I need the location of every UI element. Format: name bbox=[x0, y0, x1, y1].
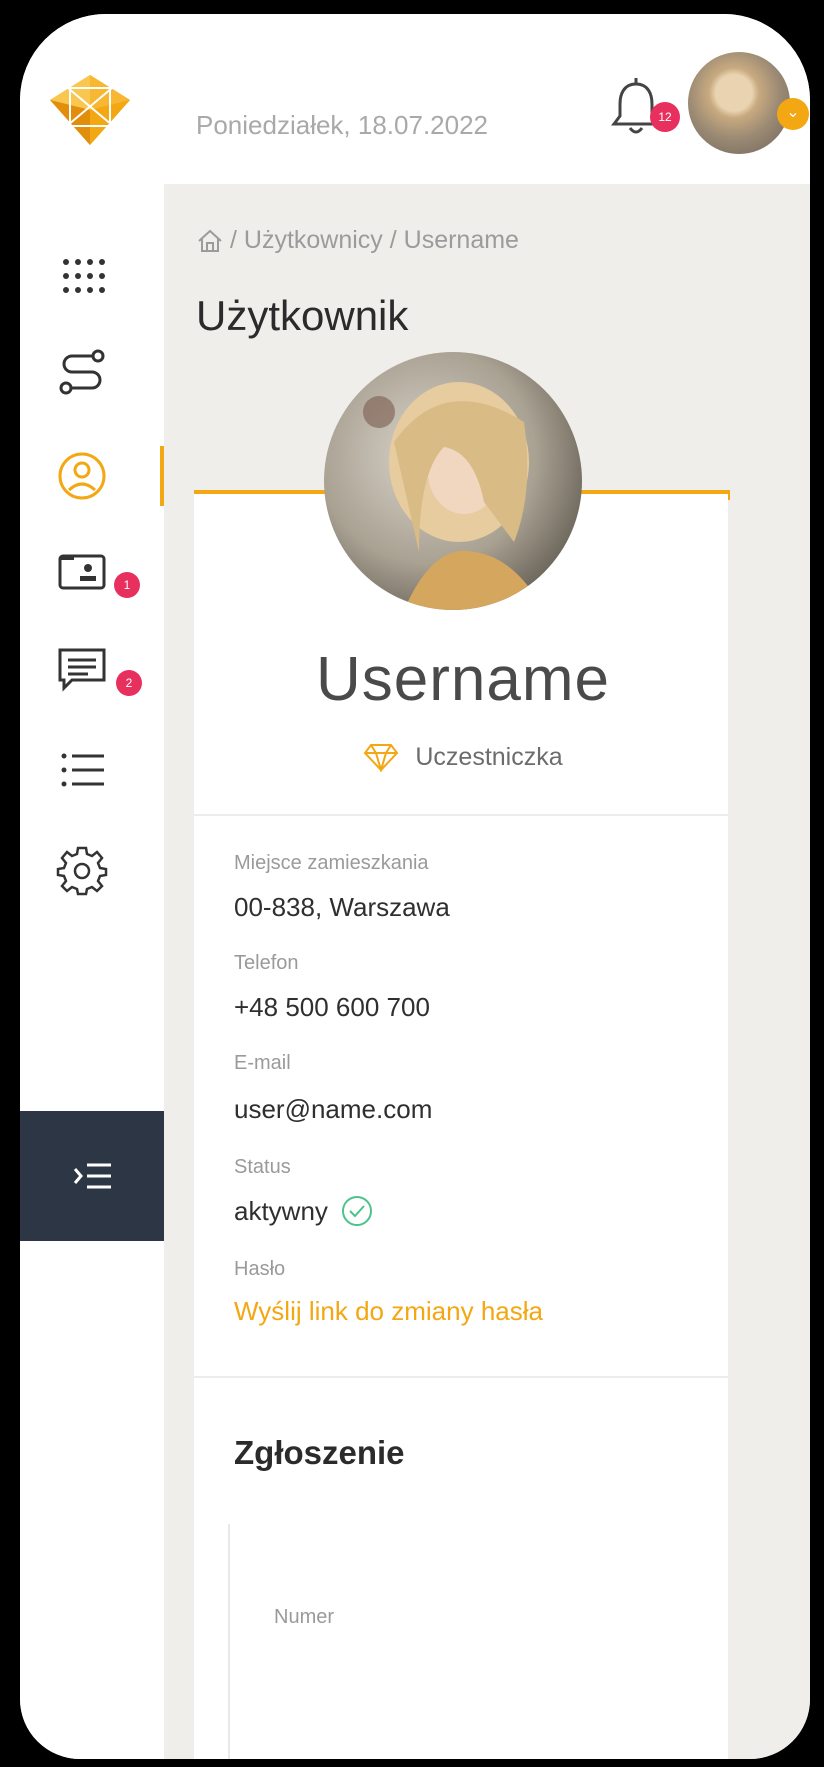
reset-password-link[interactable]: Wyślij link do zmiany hasła bbox=[234, 1296, 543, 1327]
submission-number-label: Numer bbox=[274, 1606, 335, 1628]
cards-badge: 1 bbox=[114, 572, 140, 598]
messages-badge: 2 bbox=[116, 670, 142, 696]
sidebar-item-settings[interactable] bbox=[50, 838, 114, 902]
submission-title: Zgłoszenie bbox=[234, 1434, 405, 1471]
sidebar-item-cards[interactable] bbox=[50, 540, 114, 604]
profile-photo bbox=[324, 352, 582, 610]
page-title: Użytkownik bbox=[196, 292, 409, 339]
sidebar-item-list[interactable] bbox=[50, 738, 114, 802]
email-label: E-mail bbox=[234, 1052, 291, 1074]
home-icon[interactable] bbox=[196, 228, 224, 254]
sidebar-item-users[interactable] bbox=[50, 444, 114, 508]
divider bbox=[194, 1376, 728, 1378]
sidebar-item-routes[interactable] bbox=[50, 340, 114, 404]
status-label: Status bbox=[234, 1156, 291, 1178]
apps-grid-icon bbox=[63, 259, 105, 293]
gear-icon bbox=[56, 846, 108, 896]
residence-label: Miejsce zamieszkania bbox=[234, 852, 429, 874]
message-icon bbox=[58, 648, 106, 692]
id-card-icon bbox=[58, 554, 106, 590]
breadcrumb: / Użytkownicy / Username bbox=[196, 226, 519, 255]
submission-border bbox=[228, 1524, 230, 1759]
sidebar-item-messages[interactable] bbox=[50, 636, 114, 700]
sidebar: 1 2 bbox=[20, 194, 166, 1759]
breadcrumb-path[interactable]: / Użytkownicy / Username bbox=[230, 226, 519, 255]
avatar[interactable] bbox=[688, 52, 790, 154]
notifications-badge: 12 bbox=[650, 102, 680, 132]
user-icon bbox=[58, 452, 106, 500]
password-label: Hasło bbox=[234, 1258, 286, 1280]
status-value: aktywny bbox=[234, 1196, 328, 1226]
profile-username: Username bbox=[316, 645, 610, 714]
route-icon bbox=[59, 349, 105, 395]
role-label: Uczestniczka bbox=[415, 742, 563, 771]
phone-label: Telefon bbox=[234, 952, 299, 974]
collapse-sidebar-button[interactable] bbox=[20, 1111, 164, 1241]
list-icon bbox=[61, 753, 104, 787]
check-circle-icon bbox=[342, 1196, 372, 1226]
diamond-icon bbox=[364, 744, 399, 772]
residence-value: 00-838, Warszawa bbox=[234, 892, 450, 922]
sidebar-item-apps[interactable] bbox=[50, 244, 114, 308]
phone-value: +48 500 600 700 bbox=[234, 992, 430, 1022]
divider bbox=[194, 814, 728, 816]
logo-icon[interactable] bbox=[40, 70, 140, 150]
current-date: Poniedziałek, 18.07.2022 bbox=[196, 110, 489, 140]
email-value: user@name.com bbox=[234, 1094, 433, 1124]
top-bar: Poniedziałek, 18.07.2022 12 ⌄ bbox=[20, 14, 810, 194]
chevron-down-icon[interactable]: ⌄ bbox=[777, 98, 809, 130]
app-screen: Poniedziałek, 18.07.2022 12 ⌄ 1 2 / Użyt… bbox=[20, 14, 810, 1759]
portrait-image bbox=[324, 352, 582, 610]
profile-role: Uczestniczka bbox=[196, 742, 730, 772]
main-content: / Użytkownicy / Username Użytkownik User… bbox=[164, 184, 810, 1759]
indent-icon bbox=[73, 1163, 111, 1189]
